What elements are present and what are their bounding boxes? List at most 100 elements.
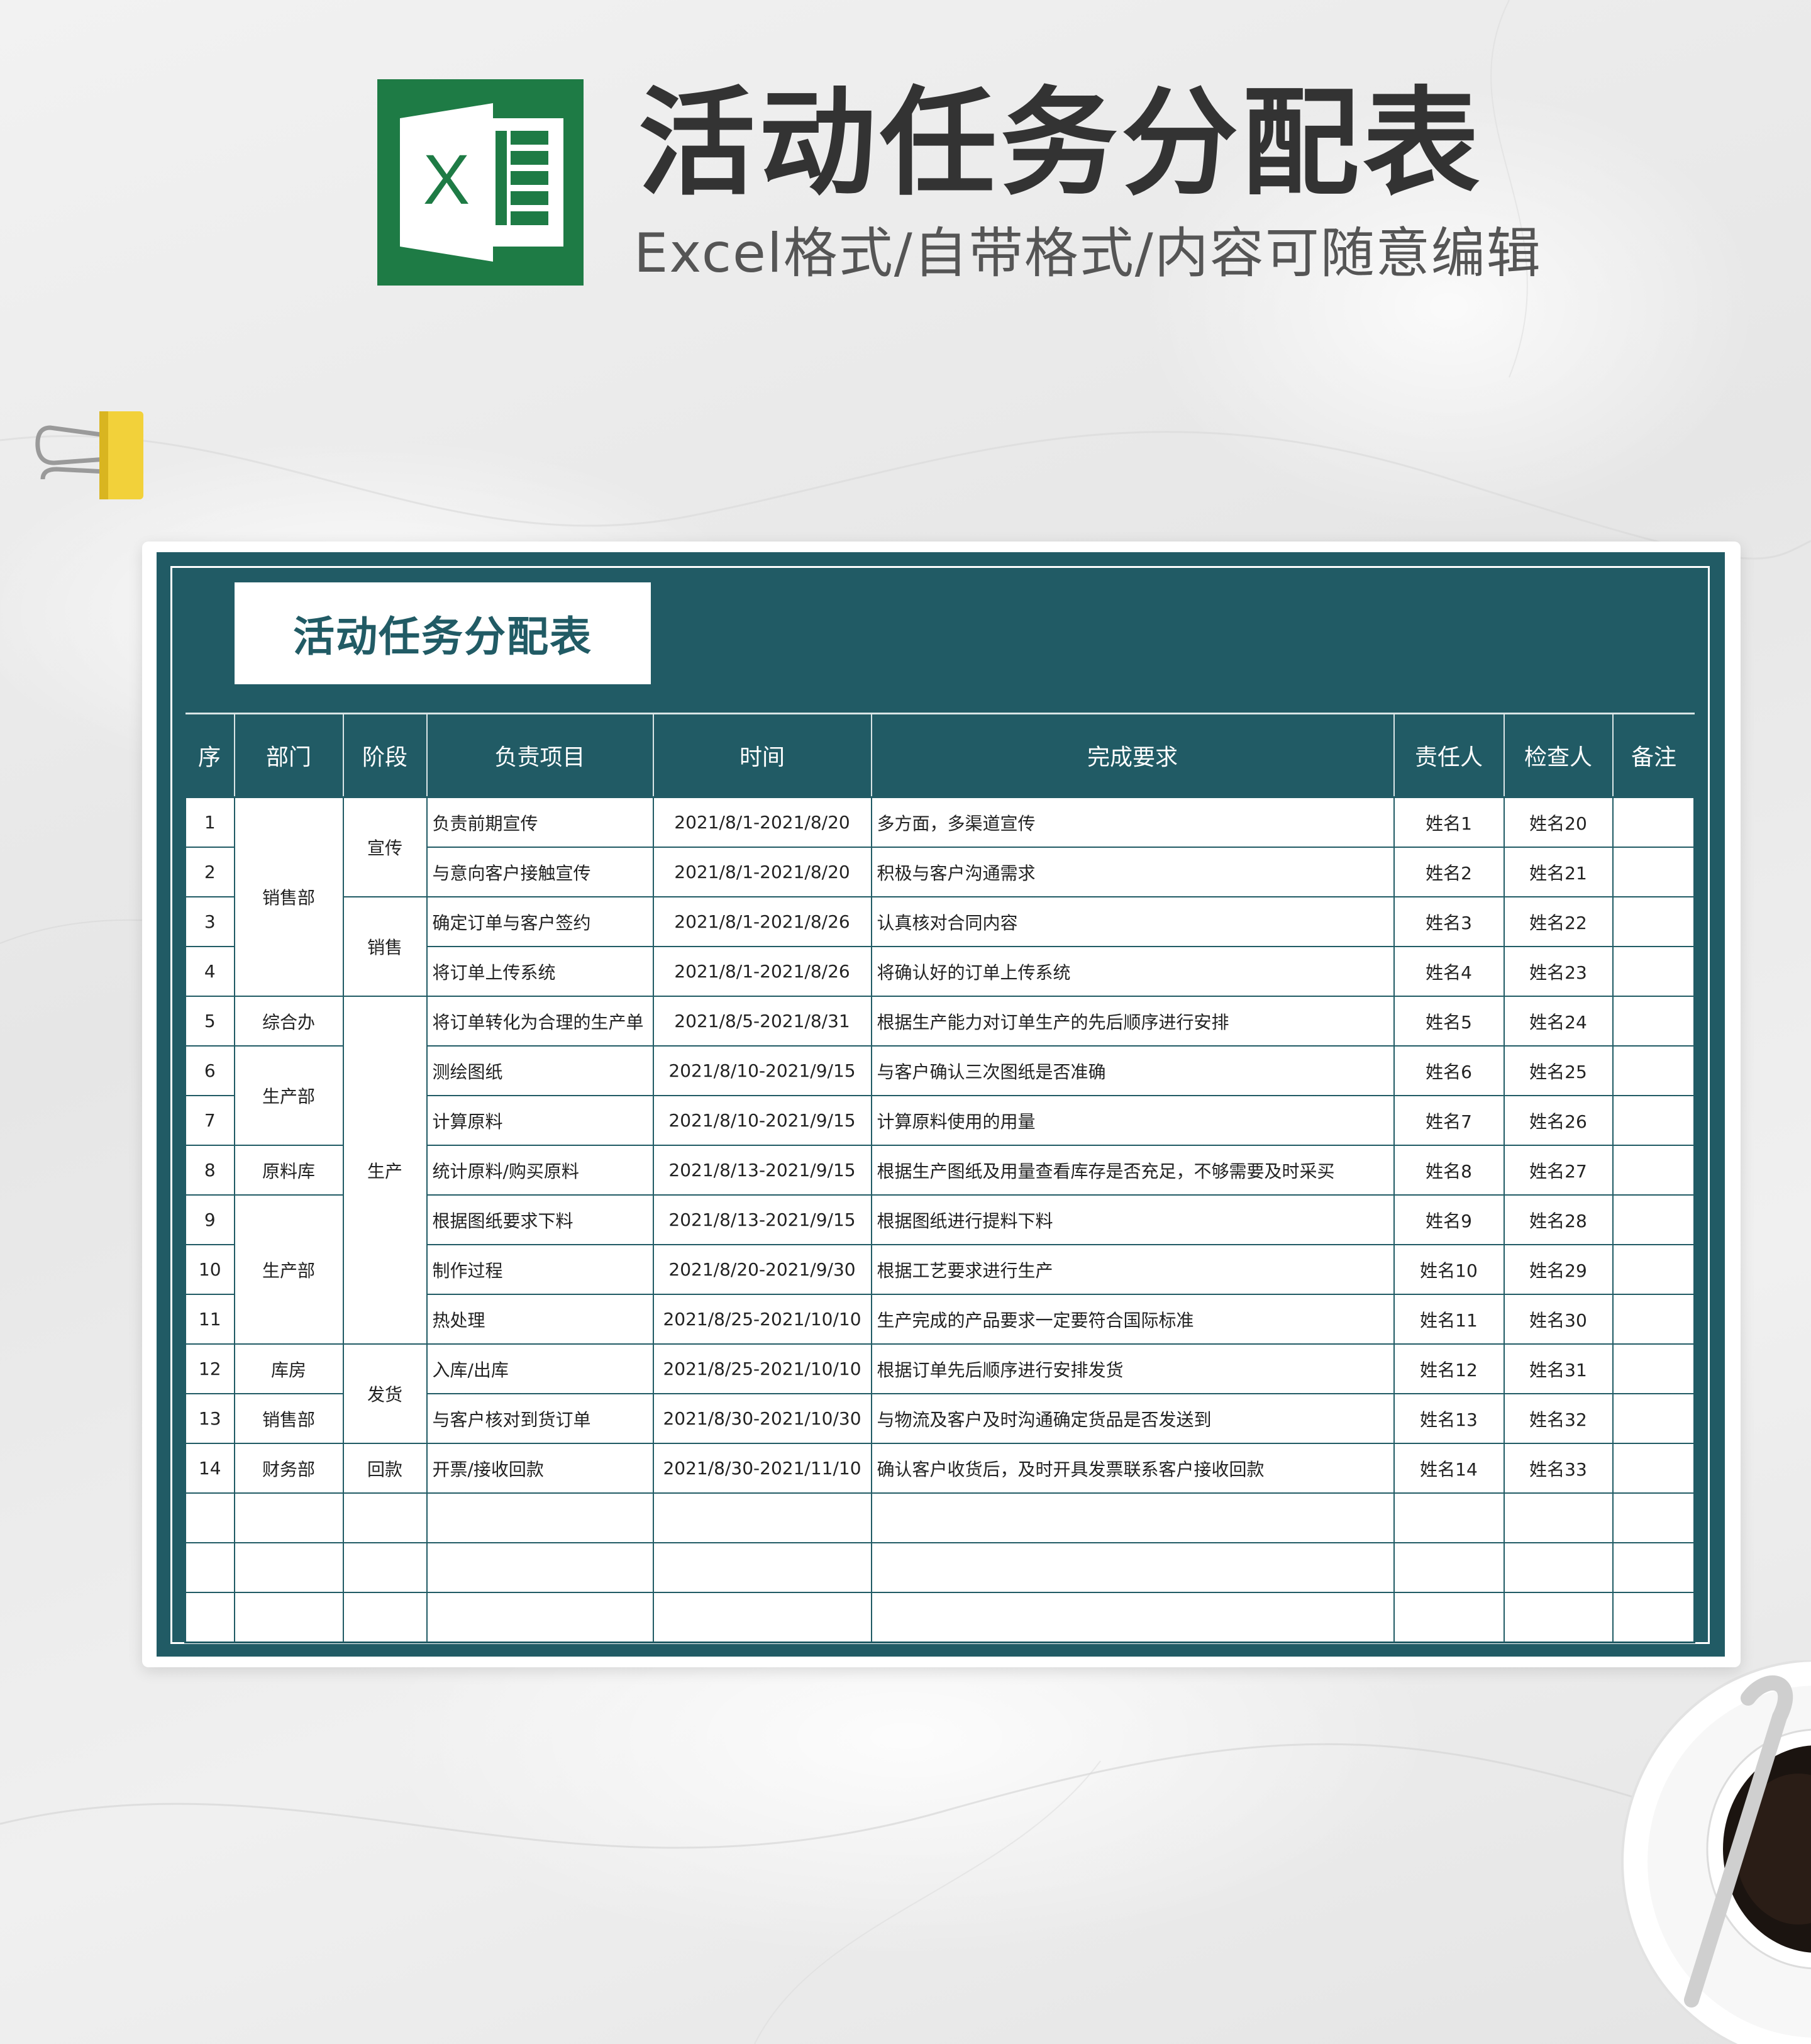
cell-seq[interactable]: 13 <box>184 1393 235 1444</box>
cell-requirement[interactable]: 与客户确认三次图纸是否准确 <box>870 1045 1395 1096</box>
cell-stage[interactable]: 销售 <box>342 896 428 997</box>
cell-seq[interactable]: 10 <box>184 1244 235 1295</box>
cell-owner[interactable] <box>1393 1492 1505 1543</box>
cell-requirement[interactable]: 根据生产能力对订单生产的先后顺序进行安排 <box>870 996 1395 1047</box>
cell-item[interactable]: 测绘图纸 <box>426 1045 654 1096</box>
cell-seq[interactable]: 14 <box>184 1443 235 1494</box>
cell-item[interactable]: 与客户核对到货订单 <box>426 1393 654 1444</box>
cell-item[interactable]: 计算原料 <box>426 1095 654 1146</box>
cell-time[interactable]: 2021/8/20-2021/9/30 <box>652 1244 872 1295</box>
cell-checker[interactable]: 姓名31 <box>1503 1343 1614 1394</box>
cell-checker[interactable]: 姓名22 <box>1503 896 1614 947</box>
cell-note[interactable] <box>1612 1194 1695 1245</box>
cell-item[interactable]: 统计原料/购买原料 <box>426 1145 654 1196</box>
cell-department[interactable]: 原料库 <box>233 1145 344 1196</box>
cell-stage[interactable] <box>342 1592 428 1643</box>
cell-item[interactable]: 根据图纸要求下料 <box>426 1194 654 1245</box>
cell-note[interactable] <box>1612 1393 1695 1444</box>
cell-requirement[interactable]: 计算原料使用的用量 <box>870 1095 1395 1146</box>
cell-requirement[interactable]: 根据生产图纸及用量查看库存是否充足，不够需要及时采买 <box>870 1145 1395 1196</box>
cell-time[interactable]: 2021/8/13-2021/9/15 <box>652 1194 872 1245</box>
cell-seq[interactable]: 4 <box>184 946 235 997</box>
cell-owner[interactable]: 姓名8 <box>1393 1145 1505 1196</box>
cell-owner[interactable]: 姓名11 <box>1393 1294 1505 1345</box>
cell-item[interactable]: 与意向客户接触宣传 <box>426 847 654 897</box>
cell-seq[interactable] <box>184 1542 235 1593</box>
cell-time[interactable]: 2021/8/1-2021/8/20 <box>652 796 872 848</box>
cell-checker[interactable]: 姓名28 <box>1503 1194 1614 1245</box>
cell-item[interactable]: 将订单转化为合理的生产单 <box>426 996 654 1047</box>
cell-item[interactable]: 入库/出库 <box>426 1343 654 1394</box>
cell-requirement[interactable]: 根据图纸进行提料下料 <box>870 1194 1395 1245</box>
cell-checker[interactable]: 姓名27 <box>1503 1145 1614 1196</box>
cell-item[interactable] <box>426 1542 654 1593</box>
cell-department[interactable] <box>233 1492 344 1543</box>
cell-time[interactable]: 2021/8/13-2021/9/15 <box>652 1145 872 1196</box>
cell-owner[interactable]: 姓名9 <box>1393 1194 1505 1245</box>
cell-requirement[interactable]: 确认客户收货后，及时开具发票联系客户接收回款 <box>870 1443 1395 1494</box>
cell-seq[interactable]: 3 <box>184 896 235 947</box>
cell-seq[interactable]: 9 <box>184 1194 235 1245</box>
cell-requirement[interactable] <box>870 1592 1395 1643</box>
cell-owner[interactable] <box>1393 1592 1505 1643</box>
cell-time[interactable]: 2021/8/1-2021/8/26 <box>652 946 872 997</box>
cell-checker[interactable]: 姓名21 <box>1503 847 1614 897</box>
cell-seq[interactable] <box>184 1592 235 1643</box>
cell-owner[interactable]: 姓名14 <box>1393 1443 1505 1494</box>
cell-requirement[interactable]: 根据订单先后顺序进行安排发货 <box>870 1343 1395 1394</box>
cell-department[interactable]: 生产部 <box>233 1045 344 1146</box>
cell-checker[interactable]: 姓名33 <box>1503 1443 1614 1494</box>
cell-owner[interactable]: 姓名1 <box>1393 796 1505 848</box>
cell-checker[interactable]: 姓名20 <box>1503 796 1614 848</box>
cell-note[interactable] <box>1612 1045 1695 1096</box>
cell-seq[interactable]: 11 <box>184 1294 235 1345</box>
cell-note[interactable] <box>1612 796 1695 848</box>
cell-item[interactable]: 确定订单与客户签约 <box>426 896 654 947</box>
cell-stage[interactable]: 宣传 <box>342 796 428 897</box>
cell-requirement[interactable]: 生产完成的产品要求一定要符合国际标准 <box>870 1294 1395 1345</box>
cell-checker[interactable]: 姓名26 <box>1503 1095 1614 1146</box>
cell-time[interactable]: 2021/8/25-2021/10/10 <box>652 1294 872 1345</box>
cell-requirement[interactable]: 多方面，多渠道宣传 <box>870 796 1395 848</box>
cell-item[interactable]: 热处理 <box>426 1294 654 1345</box>
cell-time[interactable] <box>652 1592 872 1643</box>
cell-requirement[interactable]: 认真核对合同内容 <box>870 896 1395 947</box>
cell-time[interactable]: 2021/8/30-2021/11/10 <box>652 1443 872 1494</box>
cell-requirement[interactable] <box>870 1492 1395 1543</box>
cell-department[interactable]: 财务部 <box>233 1443 344 1494</box>
cell-seq[interactable]: 1 <box>184 796 235 848</box>
cell-checker[interactable]: 姓名30 <box>1503 1294 1614 1345</box>
cell-stage[interactable]: 发货 <box>342 1343 428 1444</box>
cell-department[interactable] <box>233 1542 344 1593</box>
cell-owner[interactable]: 姓名6 <box>1393 1045 1505 1096</box>
cell-requirement[interactable]: 积极与客户沟通需求 <box>870 847 1395 897</box>
cell-seq[interactable]: 2 <box>184 847 235 897</box>
cell-department[interactable]: 综合办 <box>233 996 344 1047</box>
cell-item[interactable]: 开票/接收回款 <box>426 1443 654 1494</box>
cell-item[interactable]: 制作过程 <box>426 1244 654 1295</box>
cell-requirement[interactable]: 根据工艺要求进行生产 <box>870 1244 1395 1295</box>
cell-seq[interactable]: 12 <box>184 1343 235 1394</box>
cell-time[interactable] <box>652 1492 872 1543</box>
cell-checker[interactable]: 姓名23 <box>1503 946 1614 997</box>
cell-note[interactable] <box>1612 1443 1695 1494</box>
cell-department[interactable]: 生产部 <box>233 1194 344 1345</box>
cell-note[interactable] <box>1612 896 1695 947</box>
cell-stage[interactable] <box>342 1542 428 1593</box>
cell-time[interactable] <box>652 1542 872 1593</box>
cell-item[interactable]: 将订单上传系统 <box>426 946 654 997</box>
cell-owner[interactable]: 姓名7 <box>1393 1095 1505 1146</box>
cell-checker[interactable] <box>1503 1542 1614 1593</box>
cell-note[interactable] <box>1612 1343 1695 1394</box>
cell-stage[interactable]: 回款 <box>342 1443 428 1494</box>
cell-requirement[interactable]: 将确认好的订单上传系统 <box>870 946 1395 997</box>
cell-item[interactable] <box>426 1492 654 1543</box>
cell-note[interactable] <box>1612 996 1695 1047</box>
cell-owner[interactable]: 姓名3 <box>1393 896 1505 947</box>
cell-checker[interactable] <box>1503 1492 1614 1543</box>
cell-checker[interactable]: 姓名25 <box>1503 1045 1614 1096</box>
cell-checker[interactable]: 姓名24 <box>1503 996 1614 1047</box>
cell-checker[interactable] <box>1503 1592 1614 1643</box>
cell-seq[interactable]: 6 <box>184 1045 235 1096</box>
cell-checker[interactable]: 姓名29 <box>1503 1244 1614 1295</box>
